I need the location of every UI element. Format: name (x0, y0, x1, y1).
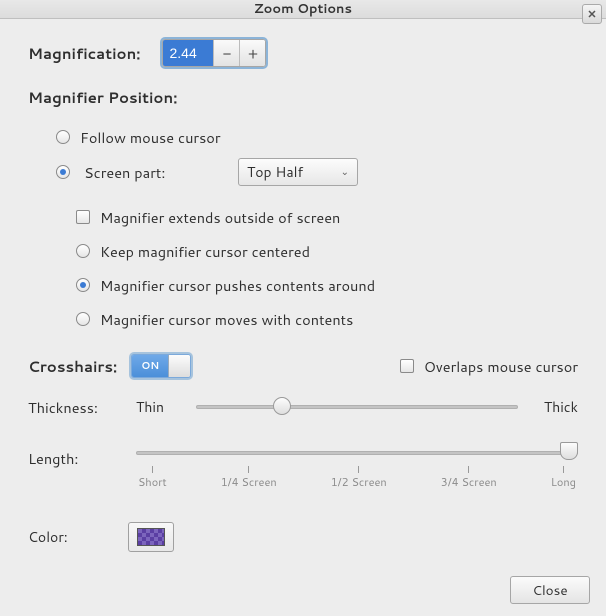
toggle-on-label: ON (132, 355, 168, 377)
check-label: Overlaps mouse cursor (424, 356, 578, 377)
crosshairs-row: Crosshairs: ON Overlaps mouse cursor (28, 354, 578, 378)
length-slider[interactable] (136, 442, 578, 464)
radio-pushes-around[interactable]: Magnifier cursor pushes contents around (76, 274, 578, 296)
color-label: Color: (28, 527, 68, 547)
close-button[interactable]: Close (510, 576, 590, 604)
zoom-options-dialog: Zoom Options ✕ Magnification: − + Magnif… (0, 0, 606, 607)
magnification-label: Magnification: (28, 43, 140, 64)
radio-label: Magnifier cursor moves with contents (100, 309, 353, 330)
magnifier-position-group: Follow mouse cursor Screen part: Top Hal… (56, 126, 578, 186)
thickness-slider[interactable] (196, 396, 518, 418)
select-value: Top Half (247, 162, 303, 182)
radio-label: Follow mouse cursor (80, 127, 221, 148)
content-area: Magnification: − + Magnifier Position: F… (0, 19, 606, 564)
thickness-row: Thickness: Thin Thick (28, 396, 578, 418)
screen-part-select[interactable]: Top Half ⌄ (238, 158, 358, 186)
radio-screen-part[interactable]: Screen part: Top Half ⌄ (56, 158, 578, 186)
check-overlaps-cursor[interactable]: Overlaps mouse cursor (400, 355, 578, 377)
window-title: Zoom Options (254, 0, 352, 18)
slider-thumb[interactable] (560, 442, 578, 460)
radio-keep-centered[interactable]: Keep magnifier cursor centered (76, 240, 578, 262)
toggle-knob (168, 355, 190, 377)
crosshairs-toggle[interactable]: ON (131, 354, 191, 378)
length-ticks: Short 1/4 Screen 1/2 Screen 3/4 Screen L… (136, 466, 578, 490)
radio-icon (76, 278, 90, 292)
tick-label: 1/4 Screen (221, 474, 277, 490)
chevron-down-icon: ⌄ (341, 165, 349, 179)
check-extends-outside[interactable]: Magnifier extends outside of screen (76, 206, 578, 228)
radio-icon (56, 165, 70, 179)
thickness-min-label: Thin (136, 397, 184, 417)
radio-label: Keep magnifier cursor centered (100, 241, 310, 262)
slider-thumb[interactable] (273, 397, 291, 415)
length-label: Length: (28, 442, 124, 469)
crosshairs-label: Crosshairs: (28, 356, 117, 377)
color-picker-button[interactable] (128, 522, 174, 552)
screen-part-subgroup: Magnifier extends outside of screen Keep… (76, 206, 578, 330)
dialog-footer: Close (0, 564, 606, 616)
tick-label: Long (551, 474, 576, 490)
radio-moves-with[interactable]: Magnifier cursor moves with contents (76, 308, 578, 330)
magnification-spinner: − + (162, 39, 266, 67)
magnification-increase-button[interactable]: + (239, 40, 265, 66)
length-row: Length: Short 1/4 Screen 1/2 Screen 3/4 … (28, 442, 578, 490)
radio-icon (56, 130, 70, 144)
checkbox-icon (76, 210, 90, 224)
magnification-decrease-button[interactable]: − (213, 40, 239, 66)
radio-icon (76, 244, 90, 258)
tick-label: 1/2 Screen (331, 474, 387, 490)
check-label: Magnifier extends outside of screen (100, 207, 340, 228)
checkbox-icon (400, 359, 414, 373)
tick-label: 3/4 Screen (441, 474, 497, 490)
window-close-button[interactable]: ✕ (582, 4, 602, 24)
close-icon: ✕ (587, 6, 596, 22)
magnification-row: Magnification: − + (28, 39, 578, 67)
color-row: Color: (28, 522, 578, 552)
thickness-label: Thickness: (28, 397, 124, 418)
button-label: Close (532, 581, 567, 600)
radio-label: Magnifier cursor pushes contents around (100, 275, 375, 296)
titlebar: Zoom Options ✕ (0, 0, 606, 19)
magnifier-position-heading: Magnifier Position: (28, 87, 578, 108)
color-swatch-icon (137, 528, 165, 546)
thickness-max-label: Thick (530, 397, 578, 417)
radio-label: Screen part: (84, 162, 204, 183)
magnification-input[interactable] (163, 40, 213, 66)
radio-follow-mouse[interactable]: Follow mouse cursor (56, 126, 578, 148)
tick-label: Short (138, 474, 167, 490)
radio-icon (76, 312, 90, 326)
